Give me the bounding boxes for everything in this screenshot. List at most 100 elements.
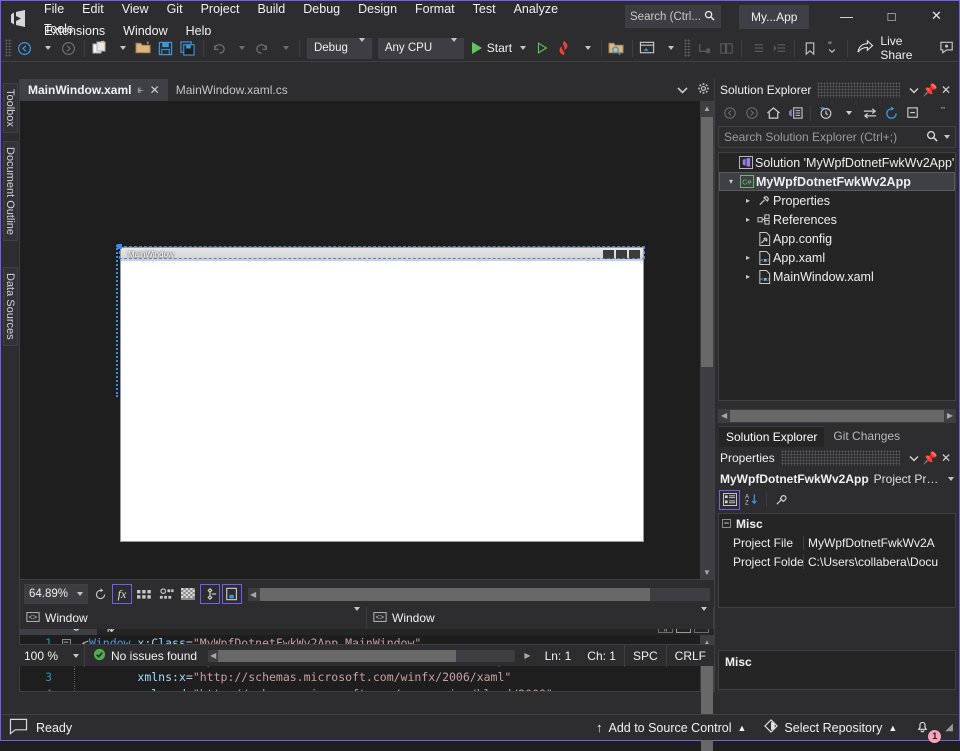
notifications-button[interactable]: 1 [908, 715, 937, 741]
maximize-button[interactable]: □ [869, 1, 914, 31]
menu-item-test[interactable]: Test [464, 0, 505, 19]
menu-item-build[interactable]: Build [248, 0, 294, 19]
pending-changes-icon[interactable] [815, 103, 836, 123]
menu-item-git[interactable]: Git [158, 0, 192, 19]
sync-icon[interactable] [859, 103, 880, 123]
close-icon[interactable]: ✕ [938, 83, 954, 97]
menu-item-file[interactable]: File [35, 0, 73, 19]
code-horizontal-scrollbar[interactable]: ◀ [208, 650, 515, 662]
tree-expander-icon[interactable]: ▸ [741, 196, 755, 205]
pin-icon[interactable]: 📌 [922, 83, 938, 97]
hscroll-left-arrow-icon[interactable]: ◀ [208, 651, 218, 660]
close-button[interactable]: ✕ [914, 1, 959, 31]
close-icon[interactable]: ✕ [150, 83, 160, 97]
tree-expander-icon[interactable]: ▾ [724, 177, 738, 186]
code-line[interactable]: 3 xmlns:x="http://schemas.microsoft.com/… [20, 669, 700, 686]
save-icon[interactable] [155, 36, 177, 60]
open-file-icon[interactable] [133, 36, 155, 60]
tree-item-mainwindow-xaml[interactable]: ▸<■>MainWindow.xaml [719, 267, 955, 286]
feedback-icon[interactable] [937, 36, 959, 60]
panel-menu-chevron-down-icon[interactable] [906, 83, 922, 97]
code-line[interactable]: 4 xmlns:d="http://schemas.microsoft.com/… [20, 686, 700, 691]
panel-drag-grip[interactable] [817, 82, 900, 98]
hot-reload-dropdown-icon[interactable] [575, 36, 597, 60]
tree-item-properties[interactable]: ▸Properties [719, 191, 955, 210]
pending-changes-dropdown-icon[interactable] [837, 103, 858, 123]
artboard-icon[interactable] [222, 584, 242, 604]
rail-tab-data-sources[interactable]: Data Sources [3, 267, 18, 346]
alphabetical-icon[interactable]: AZ [741, 490, 762, 510]
new-project-icon[interactable] [89, 36, 111, 60]
redo-dropdown-icon[interactable] [273, 36, 295, 60]
editor-tab-mainwindow-xaml-cs[interactable]: MainWindow.xaml.cs [168, 79, 296, 101]
dock-tab-git-changes[interactable]: Git Changes [826, 426, 907, 447]
window-layout-icon[interactable] [636, 36, 658, 60]
tree-item-app-config[interactable]: App.config [719, 229, 955, 248]
scroll-down-arrow-icon[interactable]: ▼ [700, 565, 714, 579]
forward-arrow-icon[interactable] [58, 36, 80, 60]
context-selector-left[interactable]: <> Window [20, 607, 367, 629]
dock-tab-solution-explorer[interactable]: Solution Explorer [719, 426, 824, 447]
platform-combo[interactable]: Any CPU [378, 38, 464, 59]
comment-icon[interactable]: " [821, 36, 843, 60]
editor-tab-mainwindow-xaml[interactable]: MainWindow.xaml⫦✕ [20, 79, 168, 101]
solution-view-icon[interactable] [785, 103, 806, 123]
tree-expander-icon[interactable]: ▸ [741, 272, 755, 281]
grid-icon[interactable] [134, 584, 154, 604]
gear-icon[interactable] [697, 82, 710, 98]
menu-item-format[interactable]: Format [406, 0, 464, 19]
hscroll-left-arrow-icon[interactable]: ◀ [718, 409, 730, 423]
step-over-icon[interactable] [693, 36, 715, 60]
collapse-all-icon[interactable] [903, 103, 924, 123]
properties-grid[interactable]: −MiscProject FileMyWpfDotnetFwkWv2AProje… [718, 513, 956, 608]
rail-tab-toolbox[interactable]: Toolbox [3, 83, 18, 133]
resize-grip-icon[interactable]: ◢ [941, 722, 953, 733]
minimize-button[interactable]: — [824, 1, 869, 31]
properties-object-selector[interactable]: MyWpfDotnetFwkWv2App Project Pr… [715, 469, 959, 488]
property-category-row[interactable]: −Misc [719, 514, 955, 533]
context-selector-right[interactable]: <> Window [367, 607, 714, 629]
undo-icon[interactable] [207, 36, 229, 60]
home-icon[interactable] [763, 103, 784, 123]
design-surface[interactable]: MainWindow [20, 101, 700, 579]
tree-item-app-xaml[interactable]: ▸<■>App.xaml [719, 248, 955, 267]
categorized-icon[interactable] [719, 490, 740, 510]
tree-expander-icon[interactable]: ▸ [741, 253, 755, 262]
search-input[interactable]: Search (Ctrl... [625, 5, 721, 28]
property-row[interactable]: Project FolderC:\Users\collabera\Docu [719, 552, 955, 571]
menu-item-analyze[interactable]: Analyze [505, 0, 567, 19]
designer-horizontal-scrollbar[interactable]: ◀ [248, 588, 710, 601]
menu-item-debug[interactable]: Debug [294, 0, 349, 19]
properties-icon[interactable]: " [934, 103, 955, 123]
window-layout-dropdown-icon[interactable] [658, 36, 680, 60]
editor-zoom-combo[interactable]: 100 % [19, 645, 85, 667]
snap-icon[interactable] [200, 584, 220, 604]
property-row[interactable]: Project FileMyWpfDotnetFwkWv2A [719, 533, 955, 552]
start-debug-button[interactable]: Start [467, 37, 531, 59]
scroll-left-arrow-icon[interactable]: ◀ [248, 590, 258, 599]
increase-indent-icon[interactable] [768, 36, 790, 60]
designer-vertical-scrollbar[interactable]: ▲ ▼ [700, 101, 714, 579]
rail-tab-document-outline[interactable]: Document Outline [3, 141, 18, 241]
redo-icon[interactable] [251, 36, 273, 60]
live-share-button[interactable]: Live Share [851, 37, 919, 59]
tree-expander-icon[interactable]: ▸ [741, 215, 755, 224]
tree-item-mywpfdotnetfwkwv2app[interactable]: ▾C#MyWpfDotnetFwkWv2App [719, 172, 955, 191]
solution-name-chip[interactable]: My...App [739, 5, 809, 29]
panel-drag-grip[interactable] [781, 450, 900, 466]
search-folder-icon[interactable] [606, 36, 628, 60]
tab-overflow-chevron-down-icon[interactable] [677, 83, 688, 97]
hscroll-right-arrow-icon[interactable]: ▶ [518, 651, 536, 660]
refresh-icon[interactable] [90, 584, 110, 604]
menu-item-project[interactable]: Project [192, 0, 249, 19]
start-dropdown-icon[interactable] [520, 46, 526, 50]
refresh-icon[interactable] [881, 103, 902, 123]
solution-explorer-search-input[interactable]: Search Solution Explorer (Ctrl+;) [718, 126, 956, 148]
indent-block-icon[interactable] [715, 36, 737, 60]
mainwindow-preview[interactable]: MainWindow [120, 247, 644, 542]
solution-tree[interactable]: Solution 'MyWpfDotnetFwkWv2App'▾C#MyWpfD… [718, 152, 956, 401]
back-arrow-icon[interactable] [719, 103, 740, 123]
resize-handle-top-left[interactable] [117, 244, 122, 249]
menu-item-edit[interactable]: Edit [73, 0, 113, 19]
bookmark-icon[interactable] [799, 36, 821, 60]
